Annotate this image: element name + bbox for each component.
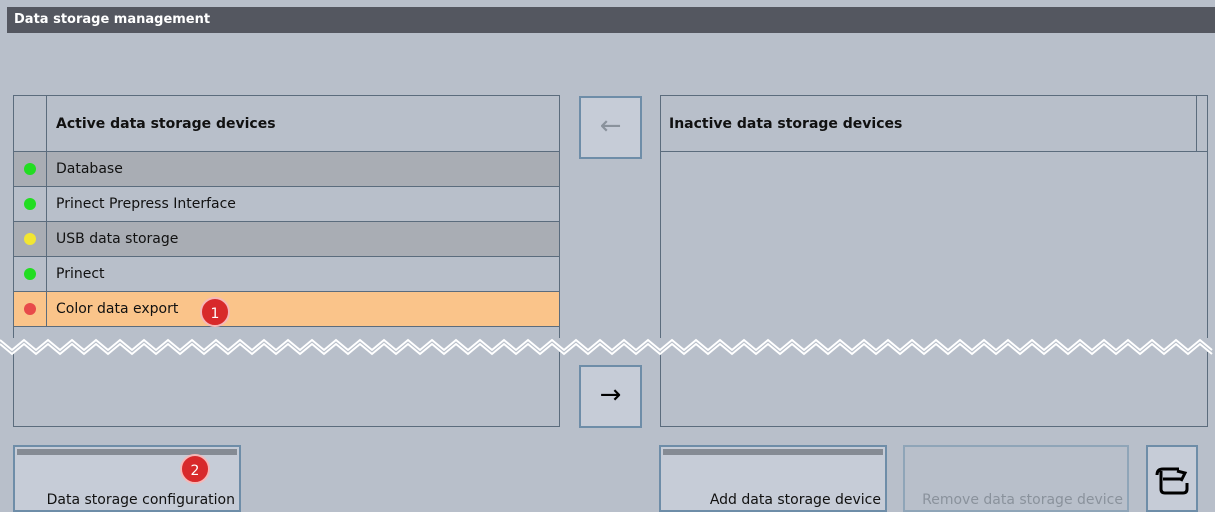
add-button-label: Add data storage device bbox=[709, 492, 881, 508]
active-devices-list: Database Prinect Prepress Interface USB da… bbox=[14, 152, 559, 327]
device-label: Color data export bbox=[56, 301, 179, 317]
button-bar bbox=[663, 449, 883, 455]
active-devices-panel: Active data storage devices Database Prin… bbox=[13, 95, 560, 427]
status-cell bbox=[14, 257, 47, 291]
device-label: Prinect bbox=[56, 266, 105, 282]
exit-button[interactable] bbox=[1146, 445, 1198, 512]
device-row[interactable]: Color data export bbox=[14, 292, 559, 327]
status-indicator-icon bbox=[24, 163, 36, 175]
status-indicator-icon bbox=[24, 233, 36, 245]
device-row[interactable]: Prinect bbox=[14, 257, 559, 292]
button-bar bbox=[17, 449, 237, 455]
add-data-storage-device-button[interactable]: Add data storage device bbox=[659, 445, 887, 512]
device-row[interactable]: USB data storage bbox=[14, 222, 559, 257]
window-title: Data storage management bbox=[7, 7, 1215, 33]
device-row[interactable]: Prinect Prepress Interface bbox=[14, 187, 559, 222]
status-indicator-icon bbox=[24, 268, 36, 280]
device-label: Database bbox=[56, 161, 123, 177]
status-cell bbox=[14, 222, 47, 256]
remove-button-label: Remove data storage device bbox=[922, 492, 1123, 508]
status-cell bbox=[14, 292, 47, 326]
inactive-devices-panel: Inactive data storage devices bbox=[660, 95, 1208, 427]
inactive-devices-title: Inactive data storage devices bbox=[669, 116, 903, 132]
status-column-header bbox=[14, 96, 47, 152]
status-cell bbox=[14, 152, 47, 186]
section-break-zigzag bbox=[0, 338, 1215, 356]
config-button-label: Data storage configuration bbox=[46, 492, 235, 508]
move-to-active-button[interactable]: ← bbox=[579, 96, 642, 159]
header-divider bbox=[1196, 96, 1197, 152]
status-indicator-icon bbox=[24, 198, 36, 210]
device-label: USB data storage bbox=[56, 231, 179, 247]
callout-badge-1: 1 bbox=[200, 297, 230, 327]
exit-icon bbox=[1155, 467, 1189, 495]
remove-data-storage-device-button[interactable]: Remove data storage device bbox=[903, 445, 1129, 512]
status-indicator-icon bbox=[24, 303, 36, 315]
active-devices-header: Active data storage devices bbox=[14, 96, 559, 152]
status-cell bbox=[14, 187, 47, 221]
device-label: Prinect Prepress Interface bbox=[56, 196, 236, 212]
device-row[interactable]: Database bbox=[14, 152, 559, 187]
data-storage-configuration-button[interactable]: Data storage configuration bbox=[13, 445, 241, 512]
inactive-devices-header: Inactive data storage devices bbox=[661, 96, 1207, 152]
callout-badge-2: 2 bbox=[180, 454, 210, 484]
move-to-inactive-button[interactable]: → bbox=[579, 365, 642, 428]
active-devices-title: Active data storage devices bbox=[56, 116, 276, 132]
